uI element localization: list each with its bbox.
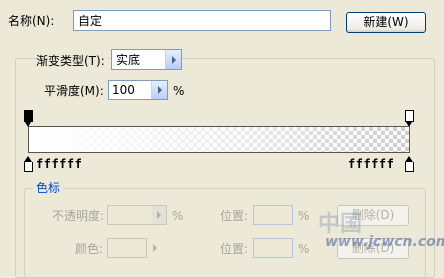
opacity-stop-left[interactable]: [24, 110, 33, 127]
position-unit-1: %: [298, 209, 310, 223]
color-label: 颜色:: [75, 242, 104, 256]
color-stops-group: [24, 188, 426, 278]
smoothness-value: 100: [112, 83, 135, 97]
gradient-type-select[interactable]: 实底: [111, 49, 182, 70]
opacity-input[interactable]: [107, 205, 167, 225]
color-stops-title: 色标: [33, 181, 64, 195]
name-input-value: 自定: [78, 14, 103, 28]
opacity-arrow-icon[interactable]: [152, 206, 166, 224]
smoothness-label: 平滑度(M):: [44, 84, 104, 98]
color-stop-right-label: ffffff: [348, 157, 395, 171]
color-stop-left[interactable]: [24, 156, 33, 172]
color-arrow-icon[interactable]: [150, 242, 160, 254]
smoothness-arrow-icon[interactable]: [151, 81, 167, 99]
opacity-stop-right[interactable]: [405, 110, 414, 127]
name-input[interactable]: 自定: [73, 10, 331, 31]
name-label: 名称(N):: [8, 14, 55, 28]
gradient-preview-bar[interactable]: [28, 126, 410, 153]
smoothness-unit: %: [173, 84, 185, 98]
smoothness-input[interactable]: 100: [108, 80, 168, 100]
position-input-2[interactable]: [253, 238, 293, 258]
color-stop-left-label: ffffff: [36, 157, 83, 171]
opacity-label: 不透明度:: [52, 209, 105, 223]
position-label-1: 位置:: [220, 209, 249, 223]
gradient-type-label: 渐变类型(T):: [36, 54, 108, 68]
new-button[interactable]: 新建(W): [346, 12, 426, 33]
chevron-down-icon[interactable]: [165, 50, 181, 69]
position-label-2: 位置:: [220, 242, 249, 256]
gradient-type-value: 实底: [116, 53, 141, 67]
position-input-1[interactable]: [253, 205, 293, 225]
color-swatch[interactable]: [107, 238, 147, 258]
watermark-url: www.jcwcn.com: [325, 234, 444, 250]
opacity-unit: %: [172, 209, 184, 223]
color-stop-right[interactable]: [405, 156, 414, 172]
position-unit-2: %: [298, 242, 310, 256]
